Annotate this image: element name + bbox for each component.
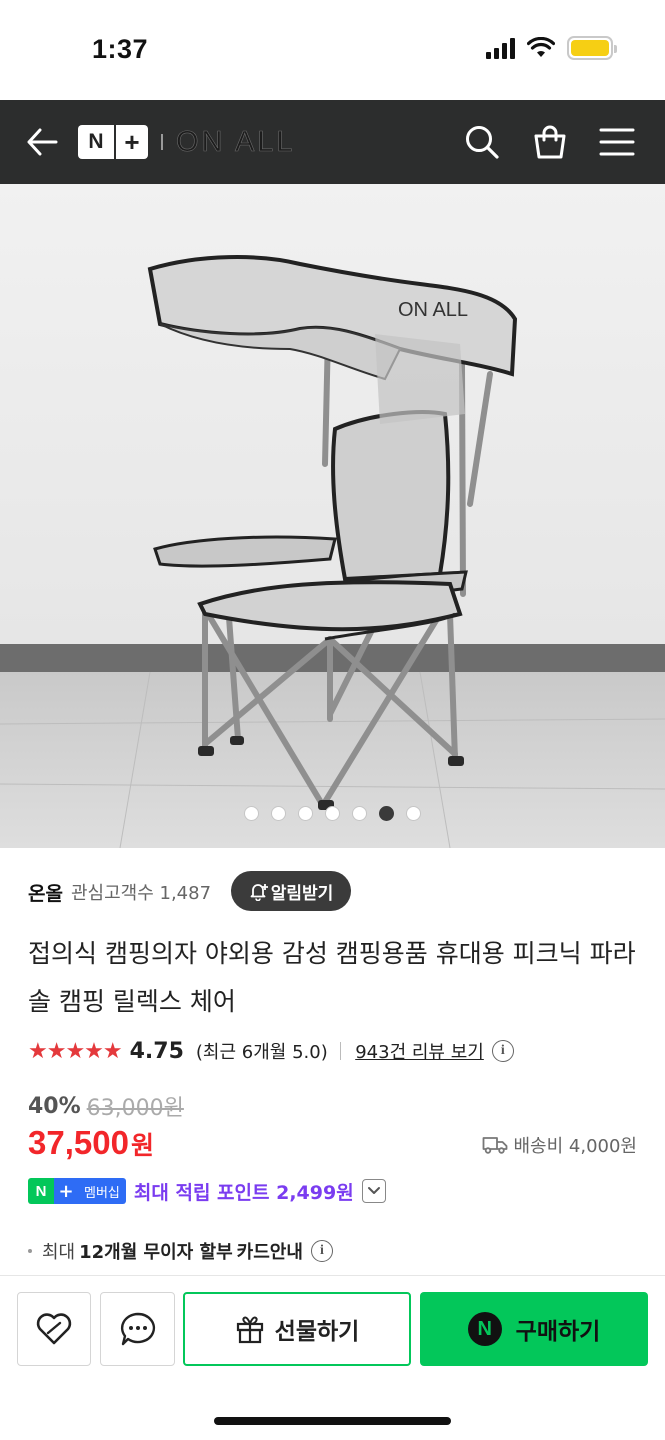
- wishlist-button[interactable]: [17, 1292, 91, 1366]
- search-button[interactable]: [462, 122, 502, 162]
- back-arrow-icon: [27, 128, 58, 156]
- gift-button[interactable]: 선물하기: [183, 1292, 411, 1366]
- max-points-text: 최대 적립 포인트 2,499원: [133, 1181, 354, 1204]
- cart-button[interactable]: [530, 122, 570, 162]
- installment-info-row[interactable]: 최대 12개월 무이자 할부 카드안내 i: [28, 1238, 333, 1264]
- rating-row: ★★★★★ 4.75 (최근 6개월 5.0) 943건 리뷰 보기 i: [28, 1036, 514, 1066]
- header-divider: [161, 134, 163, 150]
- installment-bold: 12개월 무이자 할부: [79, 1242, 233, 1263]
- search-icon: [466, 126, 499, 159]
- pagination-dot[interactable]: [298, 806, 313, 821]
- membership-points-row[interactable]: N + 멤버십 최대 적립 포인트 2,499원: [28, 1176, 386, 1206]
- pagination-dot[interactable]: [406, 806, 421, 821]
- menu-button[interactable]: [597, 122, 637, 162]
- status-time: 1:37: [92, 34, 149, 64]
- membership-badge: N + 멤버십: [28, 1178, 126, 1204]
- cellular-signal-icon: [486, 37, 515, 59]
- installment-prefix: 최대: [42, 1242, 76, 1263]
- discount-row: 40% 63,000원: [28, 1090, 184, 1122]
- price-row: 37,500 원: [28, 1124, 154, 1162]
- product-image[interactable]: ON ALL: [0, 184, 665, 848]
- alarm-label: 알림받기: [270, 883, 334, 904]
- shipping-text: 배송비 4,000원: [513, 1136, 638, 1157]
- wifi-icon: [527, 37, 555, 57]
- home-indicator[interactable]: [214, 1417, 451, 1425]
- store-name[interactable]: 온올: [28, 879, 63, 906]
- rating-value: 4.75: [129, 1038, 184, 1064]
- canopy-brand-print: ON ALL: [398, 299, 468, 321]
- divider: [339, 1042, 342, 1060]
- pagination-dot[interactable]: [244, 806, 259, 821]
- bottom-action-bar: 선물하기 N 구매하기: [0, 1275, 665, 1440]
- shopping-bag-icon: [534, 125, 566, 159]
- bell-plus-icon: [250, 884, 268, 901]
- delivery-truck-icon: [482, 1137, 507, 1154]
- recent-rating: (최근 6개월 5.0): [195, 1042, 328, 1063]
- discount-percent: 40%: [28, 1093, 81, 1119]
- naver-plus-logo[interactable]: N +: [78, 125, 148, 159]
- status-icons: [486, 36, 617, 60]
- product-title: 접의식 캠핑의자 야외용 감성 캠핑용품 휴대용 피크닉 파라솔 캠핑 릴렉스 …: [28, 939, 636, 1016]
- gallery-pagination: [0, 806, 665, 821]
- bullet: [28, 1249, 32, 1253]
- heart-icon: [36, 1313, 72, 1345]
- original-price: 63,000원: [86, 1096, 184, 1121]
- pagination-dot[interactable]: [271, 806, 286, 821]
- pagination-dot[interactable]: [325, 806, 340, 821]
- star-rating-icon: ★★★★★: [28, 1038, 123, 1064]
- back-button[interactable]: [24, 122, 60, 162]
- pagination-dot[interactable]: [352, 806, 367, 821]
- notification-subscribe-button[interactable]: 알림받기: [231, 871, 351, 911]
- battery-icon: [567, 36, 617, 60]
- shipping-fee: 배송비 4,000원: [482, 1132, 638, 1158]
- info-icon[interactable]: i: [310, 1240, 333, 1262]
- pagination-dot-active[interactable]: [379, 806, 394, 821]
- gift-icon: [236, 1316, 263, 1344]
- review-link[interactable]: 943건 리뷰 보기: [355, 1038, 484, 1064]
- menu-icon: [599, 128, 635, 156]
- gift-label: 선물하기: [274, 1319, 360, 1345]
- talk-talk-button[interactable]: [100, 1292, 175, 1366]
- app-header: N + ON ALL: [0, 100, 665, 184]
- store-row: 온올 관심고객수 1,487: [28, 872, 211, 912]
- installment-suffix: 카드안내: [236, 1242, 303, 1263]
- expand-points-button[interactable]: [361, 1179, 386, 1203]
- info-icon[interactable]: i: [491, 1040, 514, 1062]
- nplus-n: N: [78, 125, 114, 159]
- currency-unit: 원: [130, 1131, 154, 1160]
- camping-chair-photo: ON ALL: [0, 184, 665, 848]
- chevron-down-icon: [367, 1187, 380, 1194]
- chat-bubble-icon: [120, 1312, 155, 1346]
- buy-label: 구매하기: [515, 1319, 601, 1345]
- status-bar: 1:37: [0, 0, 665, 100]
- naver-pay-icon: N: [467, 1312, 502, 1346]
- buy-now-button[interactable]: N 구매하기: [420, 1292, 648, 1366]
- brand-logo[interactable]: ON ALL: [176, 126, 296, 159]
- follower-count: 관심고객수 1,487: [70, 883, 212, 904]
- nplus-plus: +: [114, 125, 148, 159]
- sale-price: 37,500: [28, 1124, 129, 1161]
